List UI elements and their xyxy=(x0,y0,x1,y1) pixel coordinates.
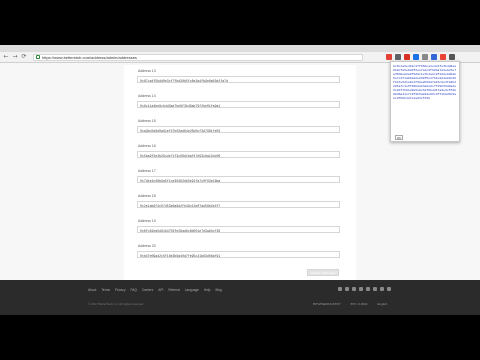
instagram-icon[interactable] xyxy=(387,287,391,291)
address-input[interactable]: 0x5ba9f3e4b29cde71f3c06d1baf47e93c8a12dc… xyxy=(137,151,340,158)
extension-icon[interactable] xyxy=(395,54,401,60)
popup-ok-button[interactable]: OK xyxy=(395,135,403,140)
footer-link[interactable]: Referral xyxy=(168,288,179,292)
footer-link[interactable]: Privacy xyxy=(115,288,125,292)
address-label: Address 14 xyxy=(138,94,156,98)
address-label: Address 13 xyxy=(138,69,156,73)
address-label: Address 17 xyxy=(138,169,156,173)
footer-link[interactable]: Careers xyxy=(142,288,153,292)
footer-right-item: BITWISEINDUSTRY xyxy=(313,302,341,306)
extension-icon[interactable] xyxy=(440,54,446,60)
footer-link[interactable]: About xyxy=(88,288,96,292)
reload-icon[interactable]: ⟳ xyxy=(21,54,27,60)
footer-links: About Terms Privacy FAQ Careers API Referral La… xyxy=(88,288,227,292)
update-addresses-button[interactable]: Update Addresses xyxy=(307,269,339,276)
url-text: https://www.betterstub.com/address/admin… xyxy=(42,54,137,60)
footer-right-item: English xyxy=(377,302,388,306)
extension-icon[interactable] xyxy=(431,54,437,60)
popup-text: 0x5c1a8e4b1c37f0b6ca1e4c2fe3b4d9aa8b0cfa… xyxy=(393,64,457,100)
footer-right: BITWISEINDUSTRY BTC: 0.0000 English xyxy=(313,302,397,306)
footer-link[interactable]: FAQ xyxy=(130,288,136,292)
footer-link[interactable]: Terms xyxy=(101,288,110,292)
extension-popup: 0x5c1a8e4b1c37f0b6ca1e4c2fe3b4d9aa8b0cfa… xyxy=(390,61,460,142)
address-input[interactable]: 0x9c11a4be9cb4d3ae7be8f3b46ab79f2be01fa9… xyxy=(137,101,340,108)
address-input[interactable]: 0x6fc82ea5d91b4703fe29ad8c6b051e7d3a94cf… xyxy=(137,226,340,233)
address-label: Address 19 xyxy=(138,219,156,223)
telegram-icon[interactable] xyxy=(366,287,370,291)
extension-icon[interactable] xyxy=(386,54,392,60)
github-icon[interactable] xyxy=(373,287,377,291)
extension-icons xyxy=(386,54,458,60)
footer: About Terms Privacy FAQ Careers API Referral La… xyxy=(0,280,480,315)
back-icon[interactable]: ← xyxy=(3,54,9,60)
address-label: Address 15 xyxy=(138,119,156,123)
address-bar[interactable]: https://www.betterstub.com/address/admin… xyxy=(33,53,363,61)
extension-icon[interactable] xyxy=(413,54,419,60)
address-form: Address 13 0x87ca4f5bdd0e3cf7fbd30b5fc8e2… xyxy=(124,65,356,297)
address-input[interactable]: 0x7d4e2c08b9a5f1ce30462db5e91fa7c0f93e16… xyxy=(137,176,340,183)
social-icons xyxy=(338,287,394,291)
lock-icon xyxy=(36,55,40,59)
address-label: Address 20 xyxy=(138,244,156,248)
address-input[interactable]: 0x87ca4f5bdd0e3cf7fbd30b5fc8e2a4fb9e6a03… xyxy=(137,76,340,83)
extension-icon[interactable] xyxy=(404,54,410,60)
address-label: Address 16 xyxy=(138,144,156,148)
address-input[interactable]: 0xa3bc5e8d0a91ef47b02ad64e25b0cf3d7981fe… xyxy=(137,126,340,133)
forward-icon[interactable]: → xyxy=(12,54,18,60)
address-input[interactable]: 0xb47e09ad2c5f18e3b6a40d7fe95c21b83d06af… xyxy=(137,251,340,258)
footer-link[interactable]: Blog xyxy=(215,288,221,292)
reddit-icon[interactable] xyxy=(359,287,363,291)
browser-window: ← → ⟳ https://www.betterstub.com/address… xyxy=(0,45,480,315)
medium-icon[interactable] xyxy=(380,287,384,291)
twitter-icon[interactable] xyxy=(338,287,342,291)
footer-link[interactable]: Help xyxy=(204,288,211,292)
footer-link[interactable]: API xyxy=(158,288,163,292)
youtube-icon[interactable] xyxy=(352,287,356,291)
tab-bar xyxy=(0,45,480,52)
footer-copyright: © 2017 BetterStub Inc. All rights reserv… xyxy=(88,302,144,306)
address-label: Address 18 xyxy=(138,194,156,198)
address-input[interactable]: 0x2e1ab9f4c07d53e6a8d2fb49c13e07ad58b2e4… xyxy=(137,201,340,208)
footer-link[interactable]: Language xyxy=(185,288,199,292)
facebook-icon[interactable] xyxy=(345,287,349,291)
footer-right-item: BTC: 0.0000 xyxy=(350,302,368,306)
extension-icon[interactable] xyxy=(422,54,428,60)
extension-icon[interactable] xyxy=(449,54,455,60)
